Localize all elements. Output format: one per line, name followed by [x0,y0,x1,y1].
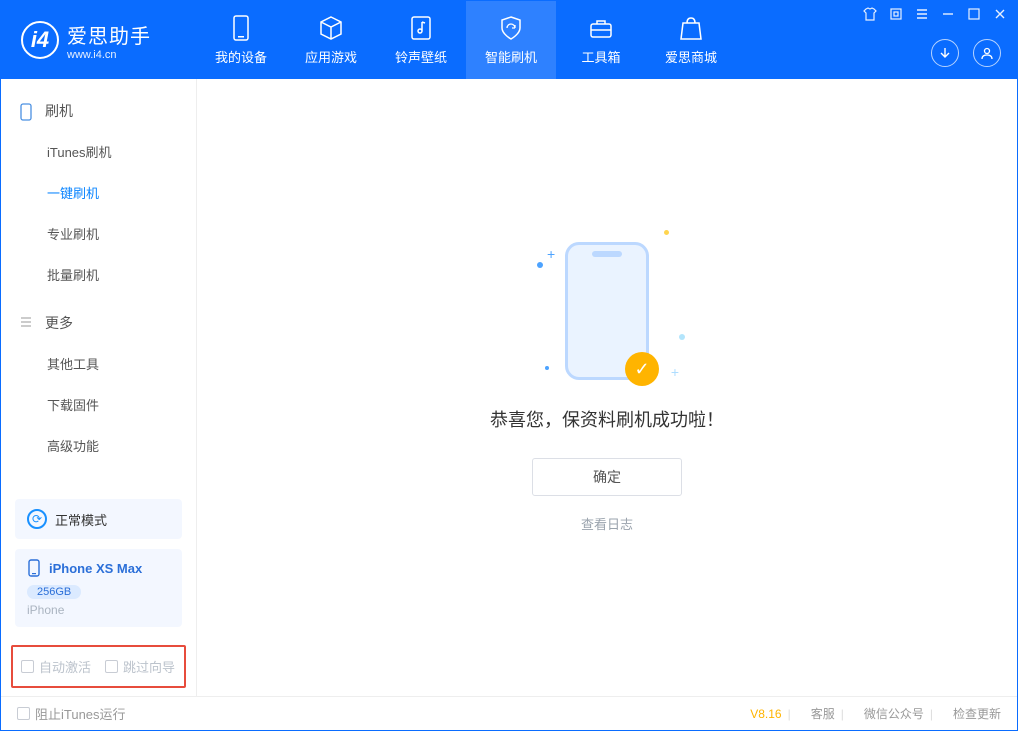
mode-label: 正常模式 [55,510,107,529]
sidebar-group-title: 刷机 [45,101,73,121]
checkbox-icon [17,707,30,720]
minimize-button[interactable] [941,7,955,21]
sidebar-header-more: 更多 [1,303,196,343]
phone-icon [19,103,35,119]
version-label: V8.16 [750,707,781,721]
success-illustration: ✓ + + [565,242,649,380]
sidebar-item-batch-flash[interactable]: 批量刷机 [1,254,196,295]
download-button[interactable] [931,39,959,67]
toolbox-icon [588,15,614,41]
plus-icon: + [671,364,679,380]
titlebar: i4 爱思助手 www.i4.cn 我的设备 应用游戏 铃声壁纸 智能刷机 [1,1,1017,79]
window-controls-top [863,7,1007,21]
service-link[interactable]: 客服 [811,705,835,722]
app-name: 爱思助手 [67,20,151,49]
device-name: iPhone XS Max [49,561,142,576]
ok-button[interactable]: 确定 [532,458,682,496]
update-link[interactable]: 检查更新 [953,705,1001,722]
lock-icon[interactable] [889,7,903,21]
nav-label: 工具箱 [581,47,620,66]
sidebar-group-more: 更多 其他工具 下载固件 高级功能 [1,303,196,466]
shirt-icon[interactable] [863,7,877,21]
sidebar: 刷机 iTunes刷机 一键刷机 专业刷机 批量刷机 更多 其他工具 下载固件 … [1,79,197,696]
device-block: ⟳ 正常模式 iPhone XS Max 256GB iPhone [1,489,196,637]
menu-icon[interactable] [915,7,929,21]
device-type: iPhone [27,603,170,617]
checkbox-auto-activate[interactable]: 自动激活 [21,657,91,676]
sidebar-group-title: 更多 [45,313,73,333]
window-controls-bottom [931,39,1001,67]
nav-label: 我的设备 [215,47,267,66]
cube-icon [318,15,344,41]
checkbox-label: 阻止iTunes运行 [35,704,126,723]
nav-apps-games[interactable]: 应用游戏 [286,1,376,79]
phone-icon [27,559,41,577]
nav-ringtones-wallpapers[interactable]: 铃声壁纸 [376,1,466,79]
wechat-link[interactable]: 微信公众号 [864,705,924,722]
music-file-icon [408,15,434,41]
nav-label: 智能刷机 [485,47,537,66]
app-window: i4 爱思助手 www.i4.cn 我的设备 应用游戏 铃声壁纸 智能刷机 [0,0,1018,731]
view-log-link[interactable]: 查看日志 [581,514,633,533]
storage-badge: 256GB [27,585,81,599]
main-nav: 我的设备 应用游戏 铃声壁纸 智能刷机 工具箱 爱思商城 [196,1,736,79]
sidebar-item-other-tools[interactable]: 其他工具 [1,343,196,384]
close-button[interactable] [993,7,1007,21]
checkbox-icon [105,660,118,673]
sidebar-group-flash: 刷机 iTunes刷机 一键刷机 专业刷机 批量刷机 [1,91,196,295]
sparkle-icon [664,230,669,235]
nav-toolbox[interactable]: 工具箱 [556,1,646,79]
statusbar: 阻止iTunes运行 V8.16 | 客服 | 微信公众号 | 检查更新 [1,696,1017,730]
logo: i4 爱思助手 www.i4.cn [1,20,171,61]
sparkle-icon [537,262,543,268]
success-message: 恭喜您，保资料刷机成功啦！ [490,406,724,432]
nav-label: 爱思商城 [665,47,717,66]
sparkle-icon [679,334,685,340]
sidebar-item-oneclick-flash[interactable]: 一键刷机 [1,172,196,213]
nav-smart-flash[interactable]: 智能刷机 [466,1,556,79]
nav-label: 铃声壁纸 [395,47,447,66]
device-card[interactable]: iPhone XS Max 256GB iPhone [15,549,182,627]
check-icon: ✓ [625,352,659,386]
nav-my-device[interactable]: 我的设备 [196,1,286,79]
body: 刷机 iTunes刷机 一键刷机 专业刷机 批量刷机 更多 其他工具 下载固件 … [1,79,1017,696]
sidebar-item-pro-flash[interactable]: 专业刷机 [1,213,196,254]
sidebar-item-download-firmware[interactable]: 下载固件 [1,384,196,425]
phone-icon [228,15,254,41]
mode-card[interactable]: ⟳ 正常模式 [15,499,182,539]
options-highlight-box: 自动激活 跳过向导 [11,645,186,688]
plus-icon: + [547,246,555,262]
list-icon [19,315,35,331]
sync-icon: ⟳ [27,509,47,529]
content-area: ✓ + + 恭喜您，保资料刷机成功啦！ 确定 查看日志 [197,79,1017,696]
bag-icon [678,15,704,41]
sparkle-icon [545,366,549,370]
nav-label: 应用游戏 [305,47,357,66]
checkbox-label: 跳过向导 [123,657,175,676]
user-button[interactable] [973,39,1001,67]
shield-sync-icon [498,15,524,41]
checkbox-block-itunes[interactable]: 阻止iTunes运行 [17,704,126,723]
logo-icon: i4 [21,21,59,59]
checkbox-skip-wizard[interactable]: 跳过向导 [105,657,175,676]
sidebar-header-flash: 刷机 [1,91,196,131]
checkbox-icon [21,660,34,673]
app-url: www.i4.cn [67,49,151,61]
sidebar-item-itunes-flash[interactable]: iTunes刷机 [1,131,196,172]
maximize-button[interactable] [967,7,981,21]
sidebar-item-advanced[interactable]: 高级功能 [1,425,196,466]
checkbox-label: 自动激活 [39,657,91,676]
nav-store[interactable]: 爱思商城 [646,1,736,79]
